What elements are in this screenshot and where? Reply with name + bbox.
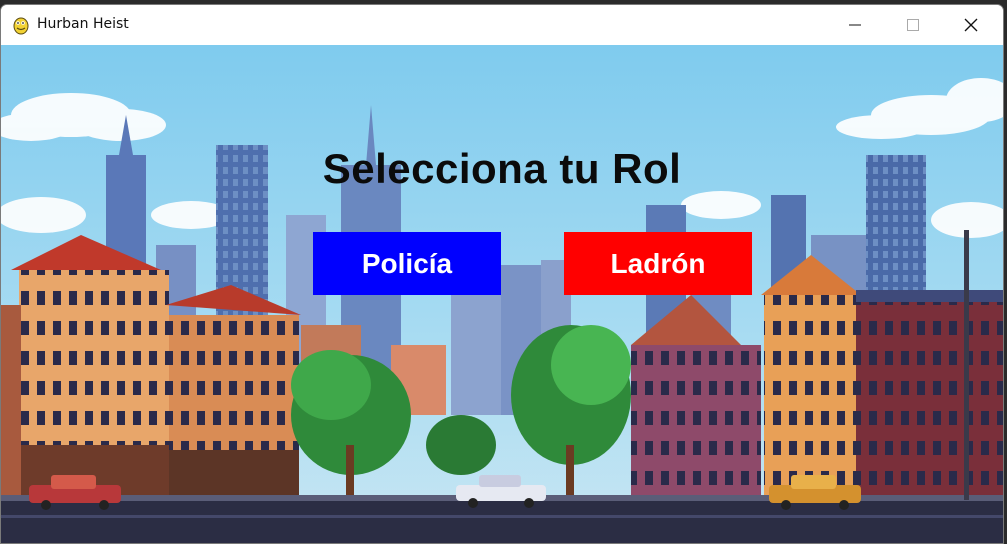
- city-background-image: [1, 45, 1003, 543]
- title-bar[interactable]: Hurban Heist: [1, 5, 1003, 45]
- close-icon: [964, 18, 978, 32]
- python-snake-icon: [13, 17, 29, 35]
- maximize-button[interactable]: [884, 5, 942, 45]
- thief-role-button[interactable]: Ladrón: [564, 232, 752, 295]
- minimize-icon: [849, 24, 861, 26]
- police-role-button[interactable]: Policía: [313, 232, 501, 295]
- app-window: Hurban Heist Selecciona tu Rol Policía L…: [0, 4, 1004, 544]
- maximize-icon: [907, 19, 919, 31]
- game-canvas: Selecciona tu Rol Policía Ladrón: [1, 45, 1003, 543]
- window-title: Hurban Heist: [37, 16, 129, 32]
- close-button[interactable]: [942, 5, 1000, 45]
- role-selection-heading: Selecciona tu Rol: [322, 145, 682, 192]
- minimize-button[interactable]: [826, 5, 884, 45]
